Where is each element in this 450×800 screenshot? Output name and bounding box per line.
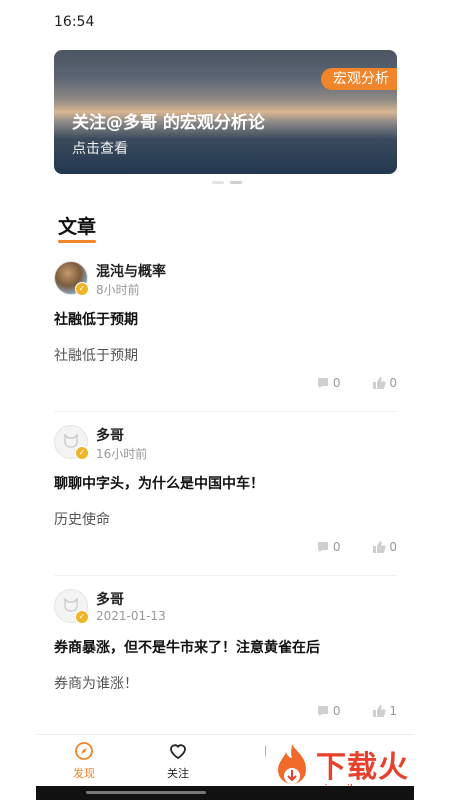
banner-title: 关注@多哥 的宏观分析论 — [72, 113, 265, 133]
carousel-dot — [212, 181, 224, 184]
system-navigation-bar — [36, 786, 414, 800]
carousel-indicator — [212, 181, 248, 185]
divider — [54, 575, 397, 576]
comment-icon — [317, 706, 328, 716]
article-author[interactable]: 多哥 — [96, 589, 124, 609]
tab-discover[interactable]: 发现 — [54, 741, 114, 781]
article-author[interactable]: 混沌与概率 — [96, 261, 166, 281]
like-count: 0 — [389, 376, 397, 390]
banner-subtitle: 点击查看 — [72, 141, 128, 157]
comment-button[interactable]: 0 — [316, 540, 341, 554]
thumbs-up-icon — [373, 705, 387, 717]
like-button[interactable]: 0 — [372, 376, 397, 390]
avatar[interactable]: ✓ — [54, 261, 89, 296]
article-time: 16小时前 — [96, 447, 148, 461]
article-headline[interactable]: 券商暴涨，但不是牛市来了！注意黄雀在后 — [54, 637, 320, 657]
watermark-text: 下载火 — [316, 750, 409, 785]
divider — [54, 411, 397, 412]
verified-badge-icon: ✓ — [75, 282, 89, 296]
status-time: 16:54 — [54, 14, 95, 30]
home-indicator[interactable] — [86, 791, 206, 794]
avatar[interactable]: ✓ — [54, 589, 89, 624]
article-time: 2021-01-13 — [96, 609, 166, 623]
article-headline[interactable]: 聊聊中字头，为什么是中国中车！ — [54, 473, 264, 493]
article-summary: 券商为谁涨！ — [54, 676, 138, 692]
article-summary: 社融低于预期 — [54, 348, 138, 364]
article-summary: 历史使命 — [54, 512, 110, 528]
comment-count: 0 — [332, 704, 341, 718]
article-stats: 0 0 — [288, 376, 397, 393]
tab-label: 发现 — [73, 767, 95, 780]
comment-button[interactable]: 0 — [316, 704, 341, 718]
thumbs-up-icon — [373, 541, 387, 553]
article-stats: 0 0 — [288, 540, 397, 557]
like-button[interactable]: 1 — [372, 704, 397, 718]
heart-icon — [170, 744, 186, 760]
section-title-underline — [58, 240, 96, 243]
comment-icon — [317, 542, 328, 552]
section-title: 文章 — [58, 216, 97, 238]
like-button[interactable]: 0 — [372, 540, 397, 554]
cat-avatar-icon — [64, 434, 78, 448]
tab-follow[interactable]: 关注 — [148, 741, 208, 781]
banner-tag: 宏观分析 — [321, 68, 397, 90]
verified-badge-icon: ✓ — [75, 610, 89, 624]
article-stats: 0 1 — [288, 704, 397, 721]
article-author[interactable]: 多哥 — [96, 425, 124, 445]
banner-carousel[interactable]: 宏观分析 关注@多哥 的宏观分析论 点击查看 — [54, 50, 397, 174]
avatar[interactable]: ✓ — [54, 425, 89, 460]
article-headline[interactable]: 社融低于预期 — [54, 309, 138, 329]
status-bar: 16:54 — [0, 0, 450, 44]
compass-icon — [75, 742, 93, 760]
like-count: 1 — [389, 704, 397, 718]
comment-count: 0 — [332, 540, 341, 554]
tab-label: 关注 — [167, 767, 189, 780]
carousel-dot-active — [230, 181, 242, 184]
comment-count: 0 — [332, 376, 341, 390]
like-count: 0 — [389, 540, 397, 554]
cat-avatar-icon — [64, 598, 78, 612]
comment-button[interactable]: 0 — [316, 376, 341, 390]
verified-badge-icon: ✓ — [75, 446, 89, 460]
thumbs-up-icon — [373, 377, 387, 389]
comment-icon — [317, 378, 328, 388]
article-time: 8小时前 — [96, 283, 140, 297]
